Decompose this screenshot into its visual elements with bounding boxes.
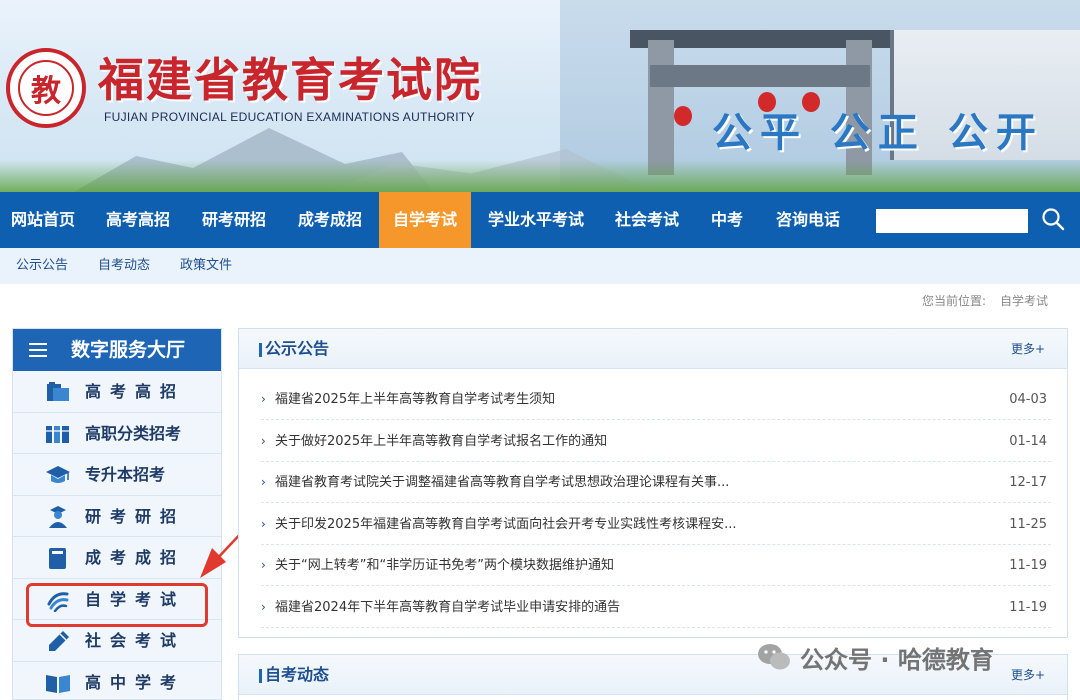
nav-item-hotline[interactable]: 咨询电话 — [764, 192, 852, 248]
notices-panel: 公示公告 更多+ › 福建省2025年上半年高等教育自学考试考生须知 04-03… — [238, 328, 1068, 638]
nav-item-gaokao[interactable]: 高考高招 — [94, 192, 182, 248]
site-logo[interactable]: 教 — [6, 48, 86, 128]
sidebar-item-label: 高中学考 — [85, 672, 186, 692]
chevron-right-icon: › — [261, 599, 266, 614]
main-nav: 网站首页 高考高招 研考研招 成考成招 自学考试 学业水平考试 社会考试 中考 … — [0, 192, 1080, 248]
subnav-item-policy[interactable]: 政策文件 — [180, 248, 232, 284]
books-icon — [46, 425, 69, 443]
sidebar-item-label: 研考研招 — [85, 506, 186, 526]
digital-service-sidebar: 数字服务大厅 高考高招 高职分类招考 专升本招考 研考研招 成考成招 自学考试 … — [12, 328, 222, 700]
sidebar-item-postgrad[interactable]: 研考研招 — [13, 496, 221, 537]
sidebar-item-gaokao[interactable]: 高考高招 — [13, 371, 221, 413]
sub-nav: 公示公告 自考动态 政策文件 — [0, 248, 1080, 284]
subnav-item-news[interactable]: 自考动态 — [98, 248, 150, 284]
list-item[interactable]: › 福建省2024年下半年高等教育自学考试毕业申请安排的通告 11-19 — [261, 587, 1051, 628]
list-item-title[interactable]: 福建省2024年下半年高等教育自学考试毕业申请安排的通告 — [275, 587, 620, 628]
sidebar-item-label: 高职分类招考 — [85, 423, 182, 443]
list-item-title[interactable]: 关于做好2025年上半年高等教育自学考试报名工作的通知 — [275, 421, 607, 462]
list-item[interactable]: › 关于印发2025年福建省高等教育自学考试面向社会开考专业实践性考核课程安..… — [261, 504, 1051, 545]
subnav-item-notices[interactable]: 公示公告 — [16, 248, 68, 284]
nav-item-academic-test[interactable]: 学业水平考试 — [480, 192, 592, 248]
more-link[interactable]: 更多+ — [1011, 655, 1045, 695]
chevron-right-icon: › — [261, 392, 266, 406]
panel-header: 公示公告 更多+ — [239, 329, 1067, 369]
pen-icon — [49, 631, 69, 651]
sidebar-item-highschool[interactable]: 高中学考 — [13, 662, 221, 700]
sidebar-header: 数字服务大厅 — [13, 329, 221, 371]
graduate-icon — [49, 505, 67, 528]
panel-title: 公示公告 — [265, 339, 330, 358]
panel-title: 自考动态 — [265, 665, 330, 684]
sidebar-item-upgrade[interactable]: 专升本招考 — [13, 454, 221, 496]
sidebar-item-label: 成考成招 — [85, 548, 186, 567]
list-item[interactable]: › 福建省教育考试院关于调整福建省高等教育自学考试思想政治理论课程有关事... … — [261, 462, 1051, 503]
list-item-title[interactable]: 关于印发2025年福建省高等教育自学考试面向社会开考专业实践性考核课程安... — [275, 504, 736, 545]
search-icon[interactable] — [1040, 206, 1066, 232]
title-bar-marker — [259, 343, 262, 357]
list-item-title[interactable]: 关于“网上转考”和“非学历证书免考”两个模块数据维护通知 — [275, 545, 614, 586]
list-item-title[interactable]: 福建省2025年上半年高等教育自学考试考生须知 — [275, 379, 555, 420]
list-item-date: 11-19 — [1009, 599, 1047, 615]
list-item-date: 01-14 — [1009, 433, 1047, 449]
list-item-date: 04-03 — [1009, 392, 1047, 407]
site-slogan: 公平 公正 公开 — [712, 109, 1044, 156]
search-input[interactable] — [876, 209, 1028, 233]
list-item-date: 11-25 — [1009, 516, 1047, 532]
sidebar-title: 数字服务大厅 — [71, 339, 186, 361]
banner-trees — [0, 160, 1080, 192]
nav-item-social-exam[interactable]: 社会考试 — [604, 192, 690, 248]
title-bar-marker — [259, 669, 262, 683]
list-item-date: 11-19 — [1009, 558, 1047, 573]
book-stack-icon — [47, 382, 69, 401]
site-title: 福建省教育考试院 — [98, 53, 482, 107]
book-icon — [49, 548, 66, 569]
chevron-right-icon: › — [261, 433, 266, 448]
wechat-icon — [758, 644, 790, 670]
list-item[interactable]: › 福建省2025年上半年高等教育自学考试考生须知 04-03 — [261, 379, 1051, 420]
open-book-icon — [46, 674, 70, 693]
watermark-text: 公众号 · 哈德教育 — [800, 646, 994, 674]
breadcrumb-label: 您当前位置: — [921, 294, 986, 308]
header-banner: 教 福建省教育考试院 FUJIAN PROVINCIAL EDUCATION E… — [0, 0, 1080, 192]
chevron-right-icon: › — [261, 516, 266, 531]
list-item[interactable]: › 关于“网上转考”和“非学历证书免考”两个模块数据维护通知 11-19 — [261, 545, 1051, 586]
logo-emblem-icon: 教 — [18, 60, 74, 116]
list-item[interactable]: › 关于做好2025年上半年高等教育自学考试报名工作的通知 01-14 — [261, 421, 1051, 462]
breadcrumb: 您当前位置: 自学考试 — [922, 292, 1048, 309]
lantern-icon — [674, 106, 692, 126]
nav-item-home[interactable]: 网站首页 — [0, 192, 86, 248]
site-subtitle: FUJIAN PROVINCIAL EDUCATION EXAMINATIONS… — [104, 110, 475, 124]
menu-icon — [29, 343, 47, 357]
chevron-right-icon: › — [261, 475, 266, 489]
nav-item-chengkao[interactable]: 成考成招 — [286, 192, 374, 248]
list-item-date: 12-17 — [1009, 475, 1047, 490]
sidebar-item-label: 高考高招 — [85, 382, 186, 401]
graduation-cap-icon — [46, 466, 70, 483]
chevron-right-icon: › — [261, 558, 266, 572]
nav-item-self-study[interactable]: 自学考试 — [379, 192, 471, 248]
nav-item-yankao[interactable]: 研考研招 — [190, 192, 278, 248]
more-link[interactable]: 更多+ — [1011, 329, 1045, 369]
sidebar-item-adult[interactable]: 成考成招 — [13, 537, 221, 579]
nav-item-zhongkao[interactable]: 中考 — [700, 192, 754, 248]
annotation-highlight-box — [26, 583, 208, 627]
list-item-title[interactable]: 福建省教育考试院关于调整福建省高等教育自学考试思想政治理论课程有关事... — [275, 462, 729, 503]
sidebar-item-vocational[interactable]: 高职分类招考 — [13, 413, 221, 454]
sidebar-item-label: 专升本招考 — [85, 465, 166, 484]
breadcrumb-current[interactable]: 自学考试 — [1000, 294, 1048, 308]
